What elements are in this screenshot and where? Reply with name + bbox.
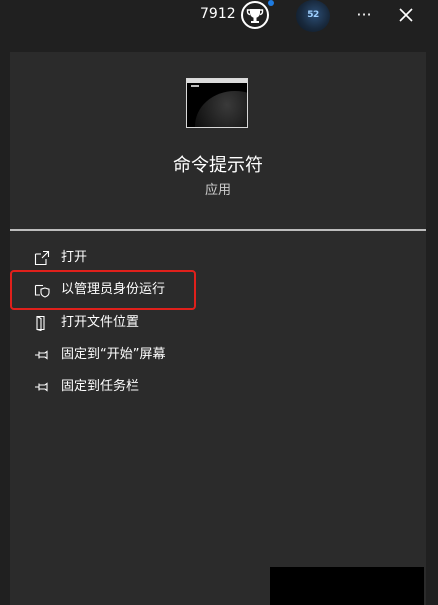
app-type: 应用 (204, 183, 231, 198)
top-bar: 7912 52 ··· (0, 0, 438, 36)
more-options-button[interactable]: ··· (352, 3, 376, 27)
highlight-box (10, 270, 196, 310)
menu-item-label: 固定到任务栏 (61, 379, 140, 394)
open-icon (34, 250, 50, 266)
pin-icon (34, 347, 50, 363)
rewards-points: 7912 (200, 6, 236, 22)
menu-item-label: 打开 (61, 250, 88, 265)
notification-dot (268, 0, 274, 6)
command-prompt-app-icon (186, 78, 248, 128)
app-details-panel: 命令提示符 应用 打开 以管理员身份运行 打开文件位置 固定到“开始”屏幕 固定… (10, 52, 426, 605)
app-name: 命令提示符 (173, 155, 263, 176)
close-icon (399, 8, 413, 22)
file-location-icon (34, 315, 50, 332)
menu-item-pin-to-start[interactable]: 固定到“开始”屏幕 (30, 343, 410, 367)
menu-item-label: 固定到“开始”屏幕 (61, 347, 166, 362)
user-avatar[interactable]: 52 (296, 0, 330, 32)
menu-item-label: 打开文件位置 (61, 315, 140, 330)
close-button[interactable] (394, 3, 418, 27)
rewards-button[interactable] (240, 0, 270, 30)
avatar-text: 52 (307, 10, 319, 20)
divider (10, 229, 426, 231)
start-search-flyout: 7912 52 ··· 命令提示符 应用 打开 以管理员身份运行 打开文件位置 … (0, 0, 438, 605)
menu-item-pin-to-taskbar[interactable]: 固定到任务栏 (30, 375, 410, 399)
pin-icon (34, 379, 50, 395)
menu-item-open-file-location[interactable]: 打开文件位置 (30, 311, 410, 335)
redaction-block (270, 567, 424, 605)
menu-item-open[interactable]: 打开 (30, 246, 410, 270)
rewards-trophy-icon (241, 1, 269, 29)
